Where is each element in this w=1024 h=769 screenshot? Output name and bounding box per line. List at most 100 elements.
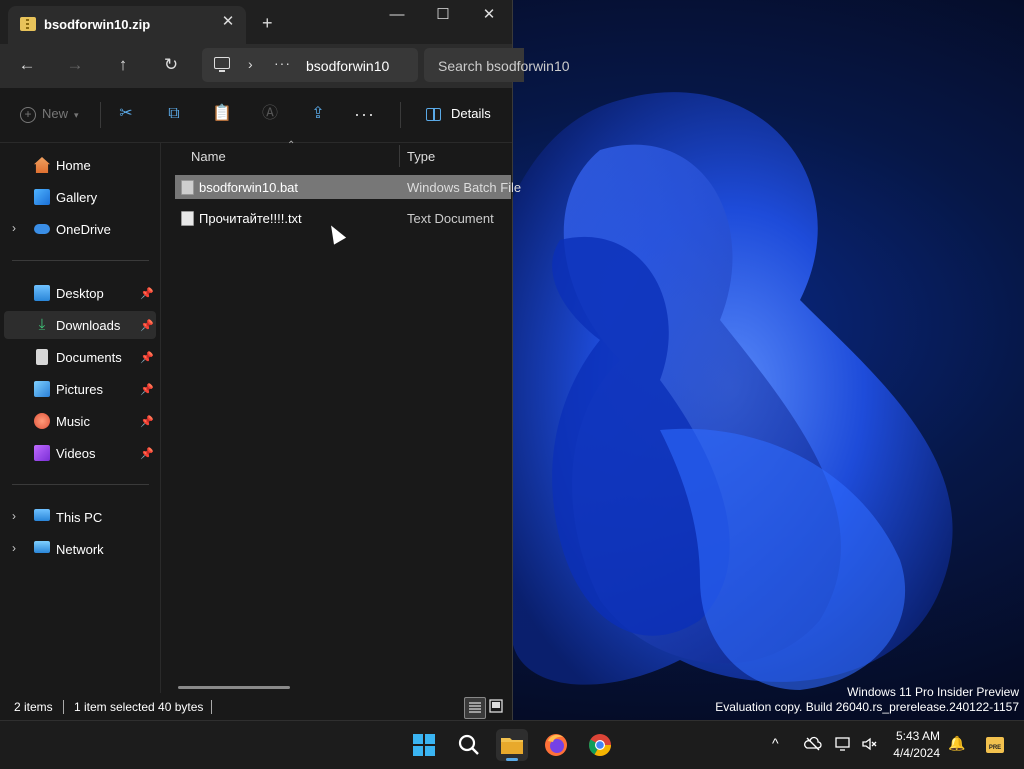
navigation-pane: Home Gallery › OneDrive Desktop 📌 ⤓ Down… <box>0 143 161 693</box>
search-button[interactable] <box>452 729 484 761</box>
pin-icon[interactable]: 📌 <box>140 351 154 364</box>
new-button[interactable]: + New ▾ <box>20 106 79 123</box>
pre-badge-text: PRE <box>989 745 1001 751</box>
refresh-button[interactable]: ↻ <box>158 54 184 76</box>
toolbar-divider <box>400 102 401 128</box>
chevron-right-icon[interactable]: › <box>12 509 16 523</box>
navigation-bar: ← → ↑ ↻ › ··· bsodforwin10 Search bsodfo… <box>0 44 570 88</box>
pin-icon[interactable]: 📌 <box>140 319 154 332</box>
windows-logo-icon <box>413 734 435 756</box>
command-bar: + New ▾ ✂ ⧉ 📋 Ⓐ ⇪ ··· Details <box>0 88 512 143</box>
pin-icon[interactable]: 📌 <box>140 287 154 300</box>
forward-button[interactable]: → <box>62 54 88 76</box>
new-label: New <box>42 106 69 121</box>
clock-time[interactable]: 5:43 AM <box>876 729 940 743</box>
paste-icon[interactable]: 📋 <box>212 104 232 124</box>
this-pc-icon[interactable] <box>214 57 230 72</box>
chevron-right-icon[interactable]: › <box>248 56 253 72</box>
copy-icon[interactable]: ⧉ <box>164 104 184 124</box>
sidebar-item-network[interactable]: › Network <box>4 535 156 563</box>
file-row-readme-txt[interactable]: Прочитайте!!!!.txt Text Document <box>175 206 511 230</box>
back-button[interactable]: ← <box>14 54 40 76</box>
status-bar: 2 items 1 item selected 40 bytes <box>0 694 512 720</box>
cut-icon[interactable]: ✂ <box>116 104 136 124</box>
file-row-bsodforwin10-bat[interactable]: bsodforwin10.bat Windows Batch File <box>175 175 521 199</box>
address-path[interactable]: bsodforwin10 <box>306 58 412 74</box>
item-count: 2 items <box>14 700 53 714</box>
windows-watermark: Windows 11 Pro Insider Preview Evaluatio… <box>715 685 1019 715</box>
sidebar-item-music[interactable]: Music 📌 <box>4 407 156 435</box>
chevron-right-icon[interactable]: › <box>12 221 16 235</box>
large-icons-view-button[interactable] <box>488 698 504 714</box>
horizontal-scrollbar[interactable] <box>178 686 290 689</box>
column-divider[interactable] <box>399 145 400 167</box>
sidebar-item-label: Network <box>56 542 104 557</box>
file-type: Text Document <box>407 211 494 226</box>
sidebar-item-label: Music <box>56 414 90 429</box>
sidebar-item-label: Documents <box>56 350 122 365</box>
documents-icon <box>36 349 48 365</box>
more-options-button[interactable]: ··· <box>354 104 374 124</box>
chrome-taskbar-button[interactable] <box>584 729 616 761</box>
firefox-taskbar-button[interactable] <box>540 729 572 761</box>
maximize-button[interactable]: ☐ <box>420 0 466 30</box>
pin-icon[interactable]: 📌 <box>140 383 154 396</box>
clock-date[interactable]: 4/4/2024 <box>876 746 940 760</box>
home-icon <box>34 157 50 173</box>
sidebar-item-onedrive[interactable]: › OneDrive <box>4 215 156 243</box>
file-name[interactable]: Прочитайте!!!!.txt <box>199 211 302 226</box>
sort-ascending-icon: ⌃ <box>287 140 296 151</box>
details-label: Details <box>451 106 491 121</box>
rename-icon[interactable]: Ⓐ <box>260 104 280 124</box>
sidebar-divider <box>12 484 149 485</box>
sidebar-item-desktop[interactable]: Desktop 📌 <box>4 279 156 307</box>
sidebar-item-label: Desktop <box>56 286 104 301</box>
desktop-icon <box>34 285 50 301</box>
tab-bsodforwin10-zip[interactable]: bsodforwin10.zip ✕ <box>8 6 246 44</box>
address-overflow-button[interactable]: ··· <box>274 55 291 71</box>
column-header-type[interactable]: Type <box>407 149 435 164</box>
minimize-button[interactable]: — <box>374 0 420 30</box>
folder-icon <box>501 738 523 754</box>
taskbar: ^ 5:43 AM 4/4/2024 🔔 PRE <box>0 720 1024 769</box>
pin-icon[interactable]: 📌 <box>140 447 154 460</box>
sidebar-item-label: Videos <box>56 446 96 461</box>
text-file-icon <box>181 211 194 226</box>
address-bar[interactable]: › ··· bsodforwin10 <box>202 48 418 82</box>
sidebar-item-videos[interactable]: Videos 📌 <box>4 439 156 467</box>
onedrive-offline-icon[interactable] <box>804 735 822 753</box>
chevron-right-icon[interactable]: › <box>12 541 16 555</box>
details-pane-button[interactable]: Details <box>426 106 491 122</box>
zip-folder-icon <box>20 17 36 31</box>
sidebar-item-downloads[interactable]: ⤓ Downloads 📌 <box>4 311 156 339</box>
music-icon <box>34 413 50 429</box>
gallery-icon <box>34 189 50 205</box>
sidebar-item-gallery[interactable]: Gallery <box>4 183 156 211</box>
share-icon[interactable]: ⇪ <box>308 104 328 124</box>
pin-icon[interactable]: 📌 <box>140 415 154 428</box>
notification-bell-icon[interactable]: 🔔 <box>948 735 965 752</box>
search-box[interactable]: Search bsodforwin10 <box>424 48 570 82</box>
file-name[interactable]: bsodforwin10.bat <box>199 180 298 195</box>
sidebar-item-documents[interactable]: Documents 📌 <box>4 343 156 371</box>
file-explorer-window: bsodforwin10.zip ✕ + — ☐ ✕ ← → ↑ ↻ › ···… <box>0 0 570 720</box>
file-explorer-taskbar-button[interactable] <box>496 729 528 761</box>
show-hidden-icons-button[interactable]: ^ <box>772 735 779 751</box>
selection-info: 1 item selected 40 bytes <box>74 700 204 714</box>
sidebar-item-this-pc[interactable]: › This PC <box>4 503 156 531</box>
watermark-line-1: Windows 11 Pro Insider Preview <box>847 685 1019 699</box>
tab-close-icon[interactable]: ✕ <box>220 14 236 30</box>
network-status-icon[interactable] <box>834 735 852 753</box>
search-placeholder[interactable]: Search bsodforwin10 <box>438 58 570 74</box>
up-button[interactable]: ↑ <box>110 54 136 76</box>
new-tab-button[interactable]: + <box>262 14 273 32</box>
insider-preview-badge[interactable]: PRE <box>984 734 1006 756</box>
column-header-name[interactable]: Name <box>191 149 226 164</box>
pictures-icon <box>34 381 50 397</box>
start-button[interactable] <box>408 729 440 761</box>
close-window-button[interactable]: ✕ <box>466 0 512 30</box>
sidebar-item-pictures[interactable]: Pictures 📌 <box>4 375 156 403</box>
details-view-button[interactable] <box>464 697 486 719</box>
sidebar-item-home[interactable]: Home <box>4 151 156 179</box>
sidebar-item-label: Gallery <box>56 190 98 205</box>
